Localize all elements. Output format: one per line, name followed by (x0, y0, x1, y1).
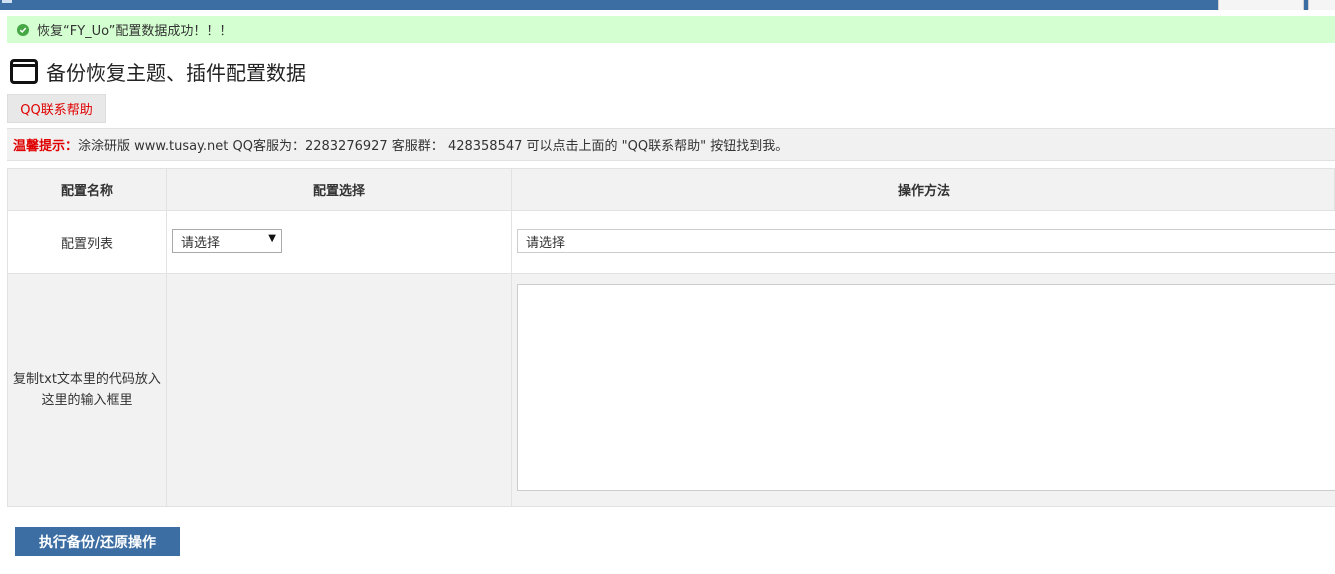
qq-help-button[interactable]: QQ联系帮助 (7, 94, 106, 123)
code-textarea[interactable] (517, 284, 1335, 491)
operation-method-value: 请选择 (526, 235, 566, 251)
header-config-name: 配置名称 (60, 184, 113, 199)
table-row: 配置列表 请选择 ▼ 请选择 (7, 211, 1335, 274)
top-tab[interactable] (1218, 0, 1304, 10)
check-circle-icon (17, 23, 29, 36)
config-select-cell: 请选择 ▼ (166, 211, 511, 273)
code-area-cell (511, 274, 1335, 506)
tip-label: 温馨提示： (13, 139, 79, 154)
operation-method-select[interactable]: 请选择 (517, 229, 1335, 253)
page-title-text: 备份恢复主题、插件配置数据 (46, 60, 306, 85)
top-tab-secondary[interactable] (1308, 0, 1335, 10)
page-title: 备份恢复主题、插件配置数据 (10, 57, 306, 85)
config-select-value: 请选择 (181, 235, 221, 251)
header-operation: 操作方法 (511, 169, 1335, 210)
top-nav-bar (0, 0, 1335, 10)
operation-cell: 请选择 (511, 211, 1335, 273)
tip-text: 涂涂研版 www.tusay.net QQ客服为：2283276927 客服群：… (78, 139, 789, 154)
empty-cell (166, 274, 511, 506)
config-select-dropdown[interactable]: 请选择 ▼ (172, 229, 282, 253)
success-text: 恢复“FY_Uo”配置数据成功！！！ (37, 24, 233, 39)
dropdown-arrow-icon: ▼ (268, 233, 276, 244)
header-config-select: 配置选择 (166, 169, 511, 210)
code-input-label-cell: 复制txt文本里的代码放入这里的输入框里 (8, 274, 166, 506)
execute-backup-restore-button[interactable]: 执行备份/还原操作 (15, 527, 180, 556)
table-header-row: 配置名称 配置选择 操作方法 (7, 168, 1335, 211)
top-bar-mark (2, 0, 12, 3)
success-notice: 恢复“FY_Uo”配置数据成功！！！ (7, 16, 1335, 43)
config-list-label: 配置列表 (60, 236, 113, 252)
code-input-label: 复制txt文本里的代码放入这里的输入框里 (13, 372, 161, 408)
tip-bar: 温馨提示： 涂涂研版 www.tusay.net QQ客服为：228327692… (7, 128, 1335, 161)
window-icon (10, 58, 38, 84)
table-row: 复制txt文本里的代码放入这里的输入框里 (7, 274, 1335, 507)
